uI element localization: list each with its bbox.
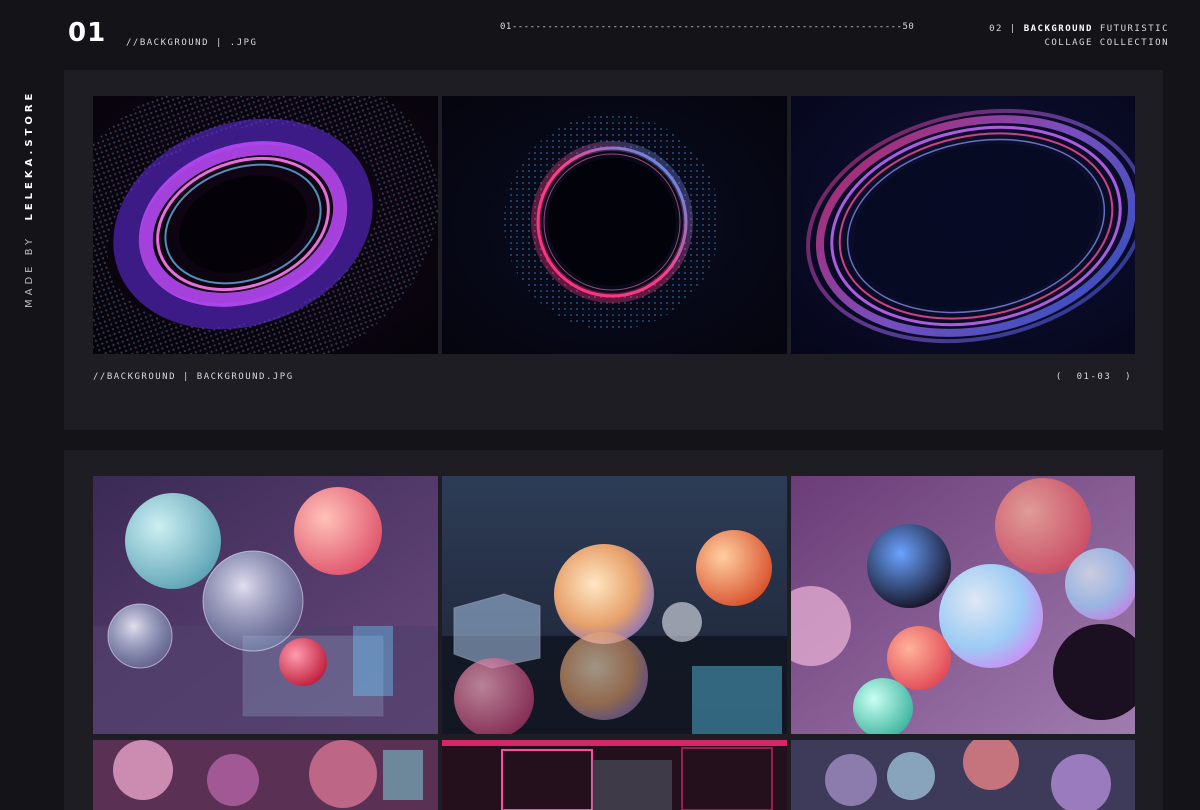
file-type-label: //BACKGROUND | .JPG — [126, 38, 258, 48]
range-value: 01-03 — [1076, 372, 1112, 382]
collection-line-1: 02 | BACKGROUND FUTURISTIC — [989, 22, 1169, 36]
range-close: ) — [1125, 372, 1132, 382]
holographic-spheres-image — [791, 476, 1135, 734]
preview-image-3[interactable] — [791, 96, 1135, 354]
neon-red-blue-ring-image — [442, 96, 787, 354]
collection-line-2: COLLAGE COLLECTION — [1044, 38, 1169, 48]
progress-start: 01 — [500, 22, 512, 32]
range-open: ( — [1055, 372, 1063, 382]
side-credit: MADE BY LELEKA.STORE — [24, 90, 35, 308]
collection-bold-word: BACKGROUND — [1023, 24, 1093, 34]
progress-end: 50 — [902, 22, 915, 32]
preview-image-2[interactable] — [442, 96, 787, 354]
section-caption: //BACKGROUND | BACKGROUND.JPG — [93, 372, 294, 382]
purple-light-swirl-image — [791, 96, 1135, 354]
image-range: ( 01-03 ) — [1056, 372, 1132, 382]
preview-image-1[interactable] — [93, 96, 438, 354]
purple-particle-wormhole-image — [93, 96, 438, 354]
collection-line1-rest: FUTURISTIC — [1099, 24, 1169, 34]
preview-panel-1: //BACKGROUND | BACKGROUND.JPG ( 01-03 ) — [64, 70, 1163, 430]
header: 01 //BACKGROUND | .JPG 01---------------… — [0, 0, 1200, 70]
glass-spheres-and-cubes-image — [93, 476, 438, 734]
collection-index: 02 | — [989, 24, 1017, 34]
preview-image-5[interactable] — [442, 476, 787, 734]
preview-image-6[interactable] — [791, 476, 1135, 734]
page-number: 01 — [68, 18, 107, 48]
credit-brand: LELEKA.STORE — [24, 89, 35, 221]
collection-title: 02 | BACKGROUND FUTURISTIC COLLAGE COLLE… — [989, 22, 1169, 50]
progress-dashes: ----------------------------------------… — [511, 22, 903, 32]
credit-prefix: MADE BY — [24, 234, 35, 308]
progress-indicator: 01--------------------------------------… — [500, 22, 914, 32]
preview-panel-2 — [64, 450, 1163, 810]
preview-image-4[interactable] — [93, 476, 438, 734]
iridescent-bubble-and-cube-image — [442, 476, 787, 734]
